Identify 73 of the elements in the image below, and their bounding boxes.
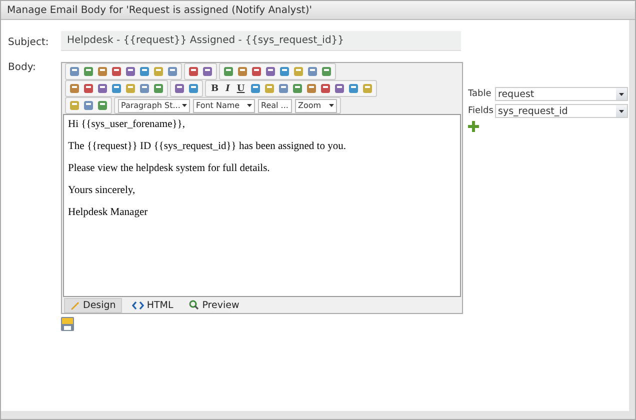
body-paragraph: Helpdesk Manager	[68, 207, 149, 218]
pencil-icon	[70, 300, 80, 310]
plus-icon[interactable]	[468, 121, 479, 132]
toolbar-icon[interactable]	[279, 66, 290, 77]
editor-content[interactable]: Hi {{sys_user_forename}}, The {{request}} ID {{sys_request_id}} has been assigned to you. Please view the helpdesk system for full details. Yours sincerely, Helpdesk Manager	[63, 114, 461, 297]
toolbar-icon[interactable]	[83, 66, 94, 77]
toolbar-icon[interactable]	[292, 83, 303, 94]
toolbar-icon[interactable]	[174, 83, 185, 94]
save-icon[interactable]	[61, 317, 74, 331]
format-button[interactable]: U	[234, 84, 247, 94]
toolbar-icon[interactable]	[306, 83, 317, 94]
toolbar-icon[interactable]	[237, 66, 248, 77]
window-title: Manage Email Body for 'Request is assigned (Notify Analyst)'	[7, 4, 312, 16]
toolbar-icon[interactable]	[139, 83, 150, 94]
toolbar-icon[interactable]	[278, 83, 289, 94]
toolbar-icon[interactable]	[125, 83, 136, 94]
toolbar-icon[interactable]	[188, 66, 199, 77]
caret-icon	[182, 104, 187, 107]
toolbar-icon[interactable]	[293, 66, 304, 77]
subject-label: Subject:	[8, 36, 50, 50]
toolbar-icon[interactable]	[153, 83, 164, 94]
fields-label: Fields	[468, 106, 493, 116]
toolbar-icon[interactable]	[362, 83, 373, 94]
style-dropdown[interactable]: Paragraph St...	[118, 98, 190, 112]
caret-icon	[247, 104, 252, 107]
style-dropdown[interactable]: Real ...	[258, 98, 292, 112]
toolbar-icon[interactable]	[188, 83, 199, 94]
toolbar-icon[interactable]	[83, 83, 94, 94]
toolbar-icon[interactable]	[97, 100, 108, 111]
style-dropdown[interactable]: Font Name	[193, 98, 255, 112]
code-icon	[132, 300, 144, 310]
toolbar-icon[interactable]	[153, 66, 164, 77]
caret-icon	[329, 104, 334, 107]
toolbar-icon[interactable]	[251, 66, 262, 77]
mode-tab[interactable]: HTML	[126, 298, 180, 312]
format-button[interactable]: I	[224, 84, 232, 94]
format-button[interactable]: B	[209, 84, 221, 94]
mode-tab[interactable]: Preview	[183, 298, 246, 312]
body-label: Body:	[8, 62, 37, 75]
toolbar-icon[interactable]	[348, 83, 359, 94]
toolbar-icon[interactable]	[69, 100, 80, 111]
toolbar-icon[interactable]	[250, 83, 261, 94]
toolbar-icon[interactable]	[97, 83, 108, 94]
subject-field[interactable]: Helpdesk - {{request}} Assigned - {{sys_request_id}}	[61, 31, 461, 51]
toolbar-icon[interactable]	[321, 66, 332, 77]
table-select[interactable]: request	[495, 87, 628, 101]
toolbar-icon[interactable]	[202, 66, 213, 77]
toolbar-icon[interactable]	[97, 66, 108, 77]
style-dropdown[interactable]: Zoom	[295, 98, 337, 112]
mode-tab[interactable]: Design	[64, 298, 122, 312]
body-paragraph: Please view the helpdesk system for full details.	[68, 163, 271, 174]
toolbar-icon[interactable]	[111, 66, 122, 77]
caret-icon	[619, 110, 624, 112]
toolbar-icon[interactable]	[125, 66, 136, 77]
toolbar-icon[interactable]	[139, 66, 150, 77]
toolbar-icon[interactable]	[334, 83, 345, 94]
toolbar-icon[interactable]	[167, 66, 178, 77]
toolbar-icon[interactable]	[307, 66, 318, 77]
fields-select[interactable]: sys_request_id	[495, 104, 628, 118]
toolbar-icon[interactable]	[264, 83, 275, 94]
toolbar-icon[interactable]	[69, 83, 80, 94]
toolbar-icon[interactable]	[320, 83, 331, 94]
table-label: Table	[468, 89, 492, 99]
body-paragraph: Yours sincerely,	[68, 185, 136, 196]
toolbar-icon[interactable]	[265, 66, 276, 77]
body-paragraph: Hi {{sys_user_forename}},	[68, 119, 186, 130]
toolbar-icon[interactable]	[223, 66, 234, 77]
caret-icon	[619, 92, 624, 96]
body-paragraph: The {{request}} ID {{sys_request_id}} has been assigned to you.	[68, 141, 347, 152]
toolbar-icon[interactable]	[69, 66, 80, 77]
toolbar-icon[interactable]	[111, 83, 122, 94]
toolbar-icon[interactable]	[83, 100, 94, 111]
magnifier-icon	[189, 300, 200, 310]
